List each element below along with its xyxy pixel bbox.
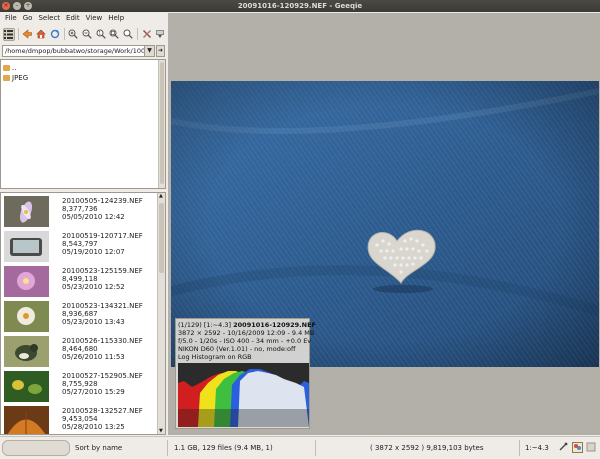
path-go-button[interactable]: ➜ [156, 45, 165, 57]
thumbnail-image [4, 266, 49, 297]
home-icon[interactable] [35, 28, 47, 41]
histogram-chart [178, 363, 309, 427]
tools-icon[interactable] [141, 28, 153, 41]
scroll-up-icon[interactable]: ▲ [159, 193, 163, 199]
file-name: 20100523-134321.NEF [62, 302, 143, 310]
file-name: 20100519-120717.NEF [62, 232, 143, 240]
file-row[interactable]: 20100526-115330.NEF 8,464,680 05/26/2010… [2, 334, 158, 369]
toolbar: 1 [0, 25, 166, 43]
zoom-in-icon[interactable] [68, 28, 80, 41]
arrow-right-icon: ➜ [157, 47, 164, 54]
chevron-down-icon: ▼ [147, 47, 152, 54]
file-row[interactable]: 20100523-125159.NEF 8,499,118 05/23/2010… [2, 264, 158, 299]
scroll-down-icon[interactable]: ▼ [159, 428, 163, 434]
config-icon[interactable] [154, 28, 166, 41]
geeqie-window: × – + 20091016-120929.NEF - Geeqie File … [0, 0, 600, 459]
file-size: 8,499,118 [62, 275, 98, 283]
thumbnail-image [4, 336, 49, 367]
file-name: 20100527-152905.NEF [62, 372, 143, 380]
folder-list: .. JPEG [0, 59, 166, 189]
file-date: 05/23/2010 13:43 [62, 318, 125, 326]
zoom-fit-icon[interactable] [108, 28, 120, 41]
zoom-out-icon[interactable] [81, 28, 93, 41]
file-date: 05/26/2010 11:53 [62, 353, 125, 361]
folder-icon [3, 75, 10, 81]
file-date: 05/19/2010 12:07 [62, 248, 125, 256]
file-name: 20100526-115330.NEF [62, 337, 143, 345]
folder-scrollbar[interactable] [158, 60, 165, 188]
progress-bar [2, 440, 70, 456]
file-size: 8,464,680 [62, 345, 98, 353]
arrow-back-icon[interactable] [22, 28, 34, 41]
status-separator [167, 440, 168, 456]
thumbnail-image [4, 371, 49, 402]
zoom-100-icon[interactable]: 1 [95, 28, 107, 41]
toolbar-separator [63, 28, 65, 40]
folder-row-jpeg[interactable]: JPEG [3, 73, 28, 83]
overlay-exposure: f/5.0 - 1/20s - ISO 400 - 34 mm - +0.0 E… [178, 337, 312, 345]
overlay-dimensions: 3872 × 2592 - 10/16/2009 12:09 - 9.4 MB [178, 329, 315, 337]
color-picker-icon[interactable] [557, 442, 569, 454]
file-size: 8,377,736 [62, 205, 98, 213]
menu-select[interactable]: Select [35, 14, 63, 22]
status-summary: 1.1 GB, 129 files (9.4 MB, 1) [174, 444, 273, 452]
folder-name: .. [12, 64, 17, 72]
overlay-filename: 20091016-120929.NEF [233, 321, 316, 329]
file-size: 8,936,687 [62, 310, 98, 318]
zoom-custom-icon[interactable] [122, 28, 134, 41]
folder-icon [3, 65, 10, 71]
thumbnail-image [4, 231, 49, 262]
overlay-index-line: (1/129) [1:~4.3] 20091016-120929.NEF [178, 321, 316, 329]
folder-row-up[interactable]: .. [3, 63, 16, 73]
file-row[interactable]: 20100523-134321.NEF 8,936,687 05/23/2010… [2, 299, 158, 334]
refresh-icon[interactable] [49, 28, 61, 41]
sort-button[interactable]: Sort by name [75, 444, 122, 452]
file-list-scrollbar[interactable]: ▲ ▼ [157, 193, 165, 434]
path-dropdown-button[interactable]: ▼ [145, 45, 155, 57]
status-separator [315, 440, 316, 456]
folder-name: JPEG [12, 74, 29, 82]
color-profile-icon[interactable] [571, 442, 583, 454]
file-row[interactable]: 20100519-120717.NEF 8,543,797 05/19/2010… [2, 229, 158, 264]
file-size: 8,543,797 [62, 240, 98, 248]
path-input[interactable]: /home/dmpop/bubbatwo/storage/Work/100NC [2, 45, 145, 57]
path-bar: /home/dmpop/bubbatwo/storage/Work/100NC … [0, 44, 166, 58]
overlay-histogram-label: Log Histogram on RGB [178, 353, 252, 361]
file-name: 20100523-125159.NEF [62, 267, 143, 275]
view-thumbnails-icon[interactable] [3, 27, 15, 41]
image-info-overlay: (1/129) [1:~4.3] 20091016-120929.NEF 387… [175, 318, 316, 429]
menu-go[interactable]: Go [20, 14, 36, 22]
status-dimensions: ( 3872 x 2592 ) 9,819,103 bytes [370, 444, 484, 452]
status-separator [519, 440, 520, 456]
menu-file[interactable]: File [2, 14, 20, 22]
file-name: 20100505-124239.NEF [62, 197, 143, 205]
file-date: 05/05/2010 12:42 [62, 213, 125, 221]
file-row[interactable]: 20100505-124239.NEF 8,377,736 05/05/2010… [2, 194, 158, 229]
write-metadata-icon[interactable] [585, 442, 597, 454]
menu-help[interactable]: Help [105, 14, 127, 22]
window-title: 20091016-120929.NEF - Geeqie [237, 2, 363, 10]
file-size: 9,453,054 [62, 415, 98, 423]
file-date: 05/23/2010 12:52 [62, 283, 125, 291]
menu-view[interactable]: View [83, 14, 106, 22]
menu-edit[interactable]: Edit [63, 14, 83, 22]
thumbnail-image [4, 406, 49, 434]
file-date: 05/27/2010 15:29 [62, 388, 125, 396]
overlay-camera: NIKON D60 (Ver.1.01) - no, mode:off [178, 345, 296, 353]
file-size: 8,755,928 [62, 380, 98, 388]
toolbar-separator [17, 28, 19, 40]
status-bar: Sort by name 1.1 GB, 129 files (9.4 MB, … [0, 436, 600, 459]
file-list: 20100505-124239.NEF 8,377,736 05/05/2010… [0, 192, 166, 435]
file-row[interactable]: 20100528-132527.NEF 9,453,054 05/28/2010… [2, 404, 158, 434]
title-bar: × – + 20091016-120929.NEF - Geeqie [0, 0, 600, 12]
overlay-index: (1/129) [1:~4.3] [178, 321, 232, 329]
toolbar-separator [136, 28, 138, 40]
thumbnail-image [4, 301, 49, 332]
file-row[interactable]: 20100527-152905.NEF 8,755,928 05/27/2010… [2, 369, 158, 404]
status-zoom: 1:~4.3 [525, 444, 549, 452]
file-name: 20100528-132527.NEF [62, 407, 143, 415]
file-date: 05/28/2010 13:25 [62, 423, 125, 431]
thumbnail-image [4, 196, 49, 227]
